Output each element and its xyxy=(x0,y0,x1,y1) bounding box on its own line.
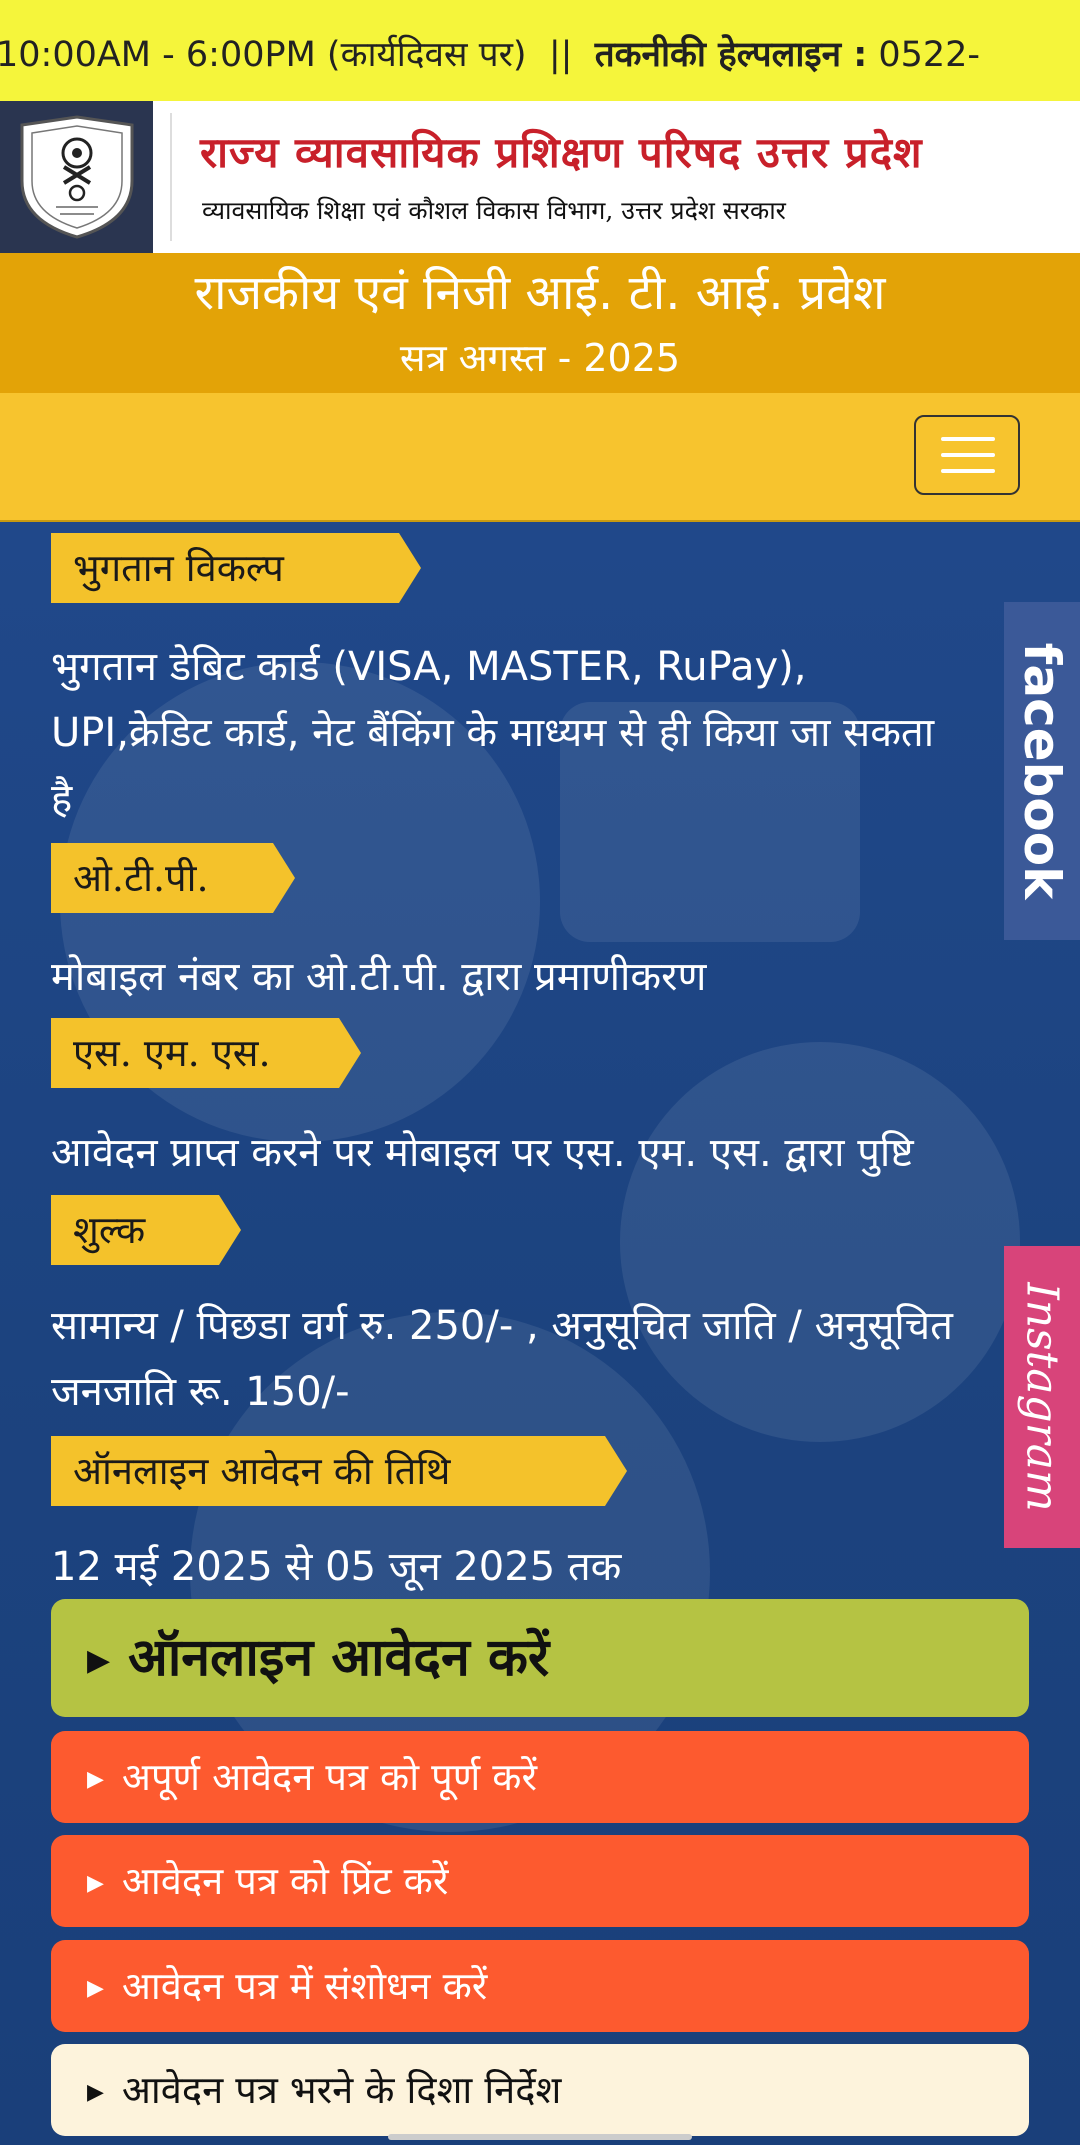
section-text-payment: भुगतान डेबिट कार्ड (VISA, MASTER, RuPay)… xyxy=(51,644,935,822)
hamburger-menu-button[interactable] xyxy=(914,415,1020,495)
caret-right-icon: ▶ xyxy=(87,2079,104,2105)
section-text-fee: सामान्य / पिछडा वर्ग रु. 250/- , अनुसूचि… xyxy=(51,1303,953,1415)
section-tag-date: ऑनलाइन आवेदन की तिथि xyxy=(51,1436,627,1506)
print-application-label: आवेदन पत्र को प्रिंट करें xyxy=(121,1859,449,1903)
hamburger-icon xyxy=(941,437,995,441)
org-name: राज्य व्यावसायिक प्रशिक्षण परिषद उत्तर प… xyxy=(200,128,923,177)
guidelines-label: आवेदन पत्र भरने के दिशा निर्देश xyxy=(121,2068,562,2112)
section-text-date: 12 मई 2025 से 05 जून 2025 तक xyxy=(51,1544,622,1590)
caret-right-icon: ▶ xyxy=(87,1643,111,1678)
helpline-number: 0522- xyxy=(878,35,981,75)
main-content: भुगतान विकल्प भुगतान डेबिट कार्ड (VISA, … xyxy=(0,522,1080,2145)
caret-right-icon: ▶ xyxy=(87,1766,104,1792)
site-header: राज्य व्यावसायिक प्रशिक्षण परिषद उत्तर प… xyxy=(0,101,1080,253)
instagram-side-tab[interactable]: Instagram xyxy=(1004,1246,1080,1548)
complete-application-label: अपूर्ण आवेदन पत्र को पूर्ण करें xyxy=(121,1755,538,1799)
section-text-otp: मोबाइल नंबर का ओ.टी.पी. द्वारा प्रमाणीकर… xyxy=(51,954,707,1000)
section-tag-fee: शुल्क xyxy=(51,1195,241,1265)
banner-title: राजकीय एवं निजी आई. टी. आई. प्रवेश xyxy=(194,265,886,321)
ticker-separator: || xyxy=(548,35,573,75)
edit-application-label: आवेदन पत्र में संशोधन करें xyxy=(121,1964,488,2008)
navbar xyxy=(0,393,1080,522)
complete-application-button[interactable]: ▶ अपूर्ण आवेदन पत्र को पूर्ण करें xyxy=(51,1731,1029,1823)
helpline-label: तकनीकी हेल्पलाइन : xyxy=(594,35,868,75)
facebook-side-tab[interactable]: facebook xyxy=(1004,602,1080,940)
edit-application-button[interactable]: ▶ आवेदन पत्र में संशोधन करें xyxy=(51,1940,1029,2032)
emblem-logo-icon xyxy=(20,115,134,239)
helpline-ticker: 10:00AM - 6:00PM (कार्यदिवस पर) || तकनीक… xyxy=(0,0,1080,101)
apply-online-label: ऑनलाइन आवेदन करें xyxy=(128,1628,550,1688)
hamburger-icon xyxy=(941,453,995,457)
logo-container[interactable] xyxy=(0,101,153,253)
section-tag-payment: भुगतान विकल्प xyxy=(51,533,421,603)
hamburger-icon xyxy=(941,469,995,473)
caret-right-icon: ▶ xyxy=(87,1870,104,1896)
apply-online-button[interactable]: ▶ ऑनलाइन आवेदन करें xyxy=(51,1599,1029,1717)
caret-right-icon: ▶ xyxy=(87,1975,104,2001)
section-tag-otp: ओ.टी.पी. xyxy=(51,843,295,913)
guidelines-button[interactable]: ▶ आवेदन पत्र भरने के दिशा निर्देश xyxy=(51,2044,1029,2136)
working-hours: 10:00AM - 6:00PM (कार्यदिवस पर) xyxy=(0,35,527,75)
admission-banner: राजकीय एवं निजी आई. टी. आई. प्रवेश सत्र … xyxy=(0,253,1080,393)
home-indicator xyxy=(388,2134,692,2140)
facebook-label: facebook xyxy=(1013,642,1071,900)
ticker-text: 10:00AM - 6:00PM (कार्यदिवस पर) || तकनीक… xyxy=(0,30,980,77)
print-application-button[interactable]: ▶ आवेदन पत्र को प्रिंट करें xyxy=(51,1835,1029,1927)
session-subtitle: सत्र अगस्त - 2025 xyxy=(399,336,681,380)
instagram-label: Instagram xyxy=(1016,1282,1068,1512)
header-divider xyxy=(170,113,172,241)
org-subtitle: व्यावसायिक शिक्षा एवं कौशल विकास विभाग, … xyxy=(202,196,786,225)
section-text-sms: आवेदन प्राप्त करने पर मोबाइल पर एस. एम. … xyxy=(51,1130,914,1176)
section-tag-sms: एस. एम. एस. xyxy=(51,1018,361,1088)
